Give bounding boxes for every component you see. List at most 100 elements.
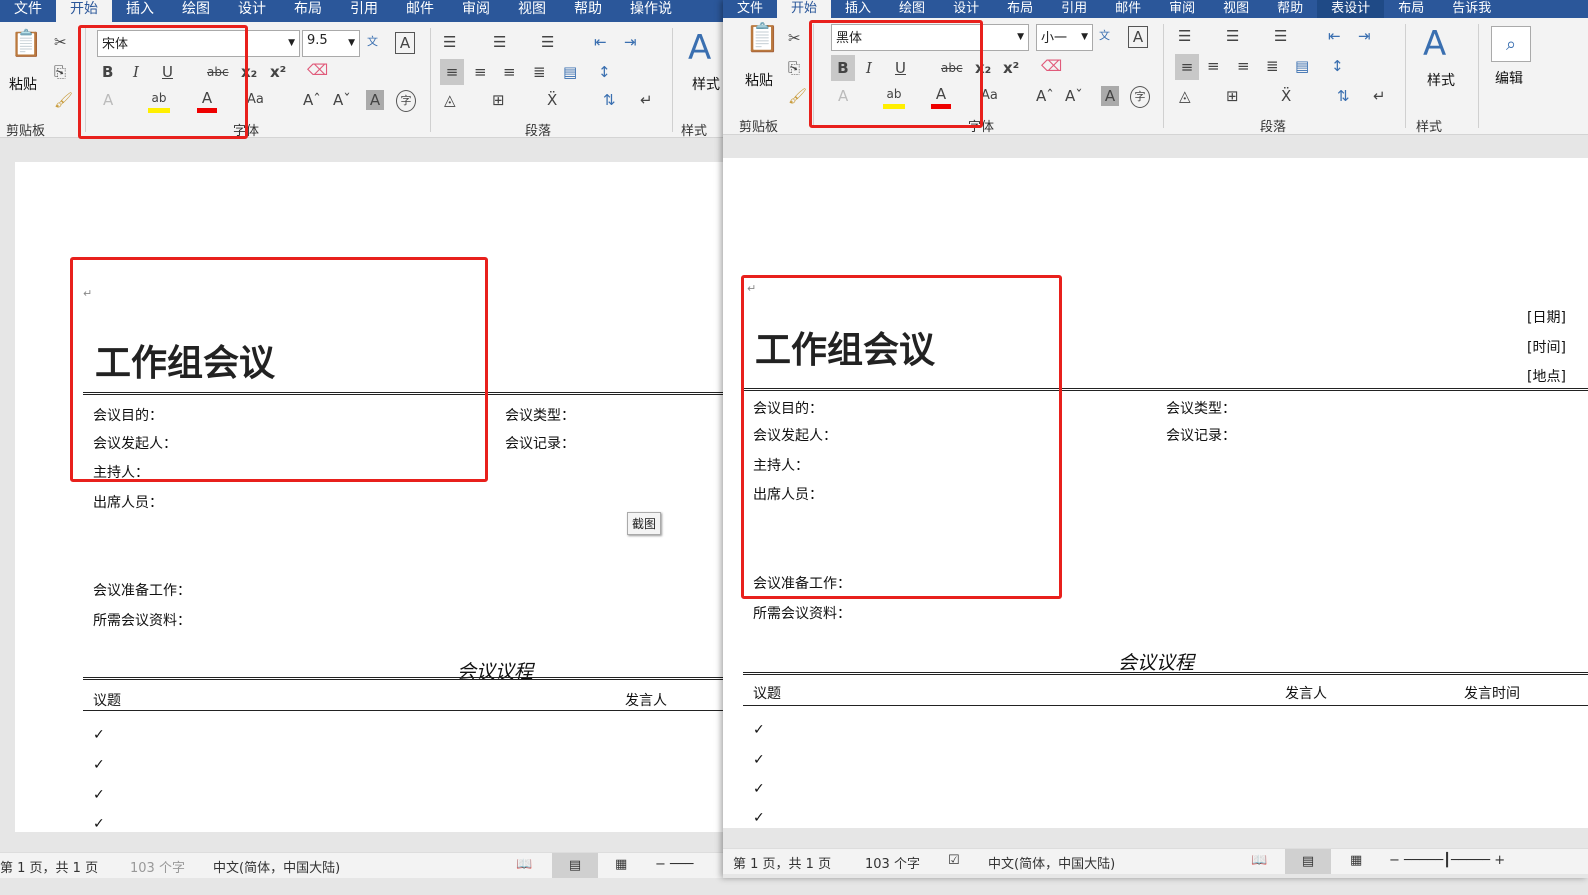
bullets-icon[interactable]: ☰ [443,32,456,52]
proofing-icon[interactable]: ☑ [948,853,960,868]
shrink-font-icon[interactable]: Aˇ [1065,86,1083,106]
align-center-icon[interactable]: ≡ [474,62,487,82]
tab-insert[interactable]: 插入 [112,0,168,22]
tab-table-layout[interactable]: 布局 [1384,0,1438,18]
tab-help[interactable]: 帮助 [560,0,616,22]
line-spacing-icon[interactable]: ↕ [1331,56,1344,76]
word-count[interactable]: 103 个字 [130,857,185,876]
styles-button[interactable]: 样式 [692,74,720,94]
copy-icon[interactable]: ⎘ [54,62,66,82]
tab-review[interactable]: 审阅 [448,0,504,22]
numbering-icon[interactable]: ☰ [493,32,506,52]
enclose-char-icon[interactable]: 字 [396,90,416,112]
numbering-icon[interactable]: ☰ [1226,26,1239,46]
sort-icon[interactable]: ⇅ [1337,86,1350,106]
paste-button[interactable]: 粘贴 [745,70,773,90]
language[interactable]: 中文(简体，中国大陆) [213,857,340,876]
styles-icon[interactable]: A [688,28,711,68]
tab-mailings[interactable]: 邮件 [1101,0,1155,18]
shading-icon[interactable]: ◬ [1179,86,1191,106]
align-left-icon[interactable]: ≡ [440,59,464,85]
page-count[interactable]: 第 1 页，共 1 页 [0,857,98,876]
change-case-button[interactable]: Aa [981,86,998,106]
styles-icon[interactable]: A [1423,24,1446,64]
line-spacing-icon[interactable]: ↕ [598,62,611,82]
tab-design[interactable]: 设计 [939,0,993,18]
change-case-button[interactable]: Aa [247,90,264,110]
tab-layout[interactable]: 布局 [280,0,336,22]
char-shading-icon[interactable]: A [1101,86,1119,106]
tab-tell-me[interactable]: 操作说 [616,0,686,22]
multilevel-list-icon[interactable]: ☰ [541,32,554,52]
tab-layout[interactable]: 布局 [993,0,1047,18]
phonetic-guide-icon[interactable]: 文 [1099,26,1110,46]
justify-icon[interactable]: ≣ [533,62,546,82]
tab-tell-me[interactable]: 告诉我 [1438,0,1505,18]
align-center-icon[interactable]: ≡ [1207,56,1220,76]
tab-mailings[interactable]: 邮件 [392,0,448,22]
increase-indent-icon[interactable]: ⇥ [624,32,637,52]
show-marks-icon[interactable]: ↵ [1373,86,1386,106]
page-count[interactable]: 第 1 页，共 1 页 [733,853,831,872]
font-size-box[interactable]: 小一 ▼ [1036,24,1093,51]
word-count[interactable]: 103 个字 [865,853,920,872]
bullets-icon[interactable]: ☰ [1178,26,1191,46]
format-painter-icon[interactable]: 🖌 [54,90,73,110]
decrease-indent-icon[interactable]: ⇤ [594,32,607,52]
align-left-icon[interactable]: ≡ [1175,54,1199,80]
web-layout-icon[interactable]: ▦ [1350,853,1362,868]
shading-icon[interactable]: ◬ [444,90,456,110]
tab-file[interactable]: 文件 [723,0,777,18]
enclose-char-icon[interactable]: 字 [1130,86,1150,108]
read-mode-icon[interactable]: 📖 [1251,853,1267,868]
superscript-icon[interactable]: x² [1003,58,1019,78]
align-right-icon[interactable]: ≡ [1237,56,1250,76]
language[interactable]: 中文(简体，中国大陆) [988,853,1115,872]
tab-help[interactable]: 帮助 [1263,0,1317,18]
superscript-icon[interactable]: x² [270,62,286,82]
multilevel-list-icon[interactable]: ☰ [1274,26,1287,46]
tab-review[interactable]: 审阅 [1155,0,1209,18]
zoom-slider[interactable]: − ─────┃───── + [1389,853,1505,868]
format-painter-icon[interactable]: 🖌 [788,86,807,106]
styles-button[interactable]: 样式 [1427,70,1455,90]
paste-button[interactable]: 粘贴 [9,74,37,94]
find-icon[interactable]: ⌕ [1491,26,1531,62]
zoom-slider[interactable]: − ─── [655,857,694,872]
print-layout-icon[interactable]: ▤ [552,853,598,878]
tab-references[interactable]: 引用 [1047,0,1101,18]
sort-icon[interactable]: ⇅ [603,90,616,110]
increase-indent-icon[interactable]: ⇥ [1358,26,1371,46]
char-border-icon[interactable]: A [395,32,415,54]
tab-home[interactable]: 开始 [777,0,832,18]
borders-icon[interactable]: ⊞ [1226,86,1239,106]
clear-format-icon[interactable]: ⌫ [307,60,328,80]
copy-icon[interactable]: ⎘ [788,58,800,78]
editing-button[interactable]: 编辑 [1495,68,1523,88]
justify-icon[interactable]: ≣ [1266,56,1279,76]
tab-file[interactable]: 文件 [0,0,56,22]
tab-view[interactable]: 视图 [504,0,560,22]
tab-draw[interactable]: 绘图 [885,0,939,18]
web-layout-icon[interactable]: ▦ [615,857,627,872]
tab-table-design[interactable]: 表设计 [1317,0,1385,18]
distribute-icon[interactable]: ▤ [1295,56,1309,76]
show-marks-icon[interactable]: ↵ [640,90,653,110]
char-spacing-icon[interactable]: Ẍ [547,90,557,110]
print-layout-icon[interactable]: ▤ [1285,849,1331,874]
cut-icon[interactable]: ✂ [788,28,801,48]
char-spacing-icon[interactable]: Ẍ [1281,86,1291,106]
tab-design[interactable]: 设计 [224,0,280,22]
char-border-icon[interactable]: A [1128,26,1148,48]
read-mode-icon[interactable]: 📖 [516,857,532,872]
tab-draw[interactable]: 绘图 [168,0,224,22]
borders-icon[interactable]: ⊞ [492,90,505,110]
tab-view[interactable]: 视图 [1209,0,1263,18]
font-size-box[interactable]: 9.5 ▼ [302,30,360,57]
grow-font-icon[interactable]: Aˆ [303,90,321,110]
decrease-indent-icon[interactable]: ⇤ [1328,26,1341,46]
tab-insert[interactable]: 插入 [831,0,885,18]
align-right-icon[interactable]: ≡ [503,62,516,82]
tab-home[interactable]: 开始 [56,0,112,22]
cut-icon[interactable]: ✂ [54,32,67,52]
